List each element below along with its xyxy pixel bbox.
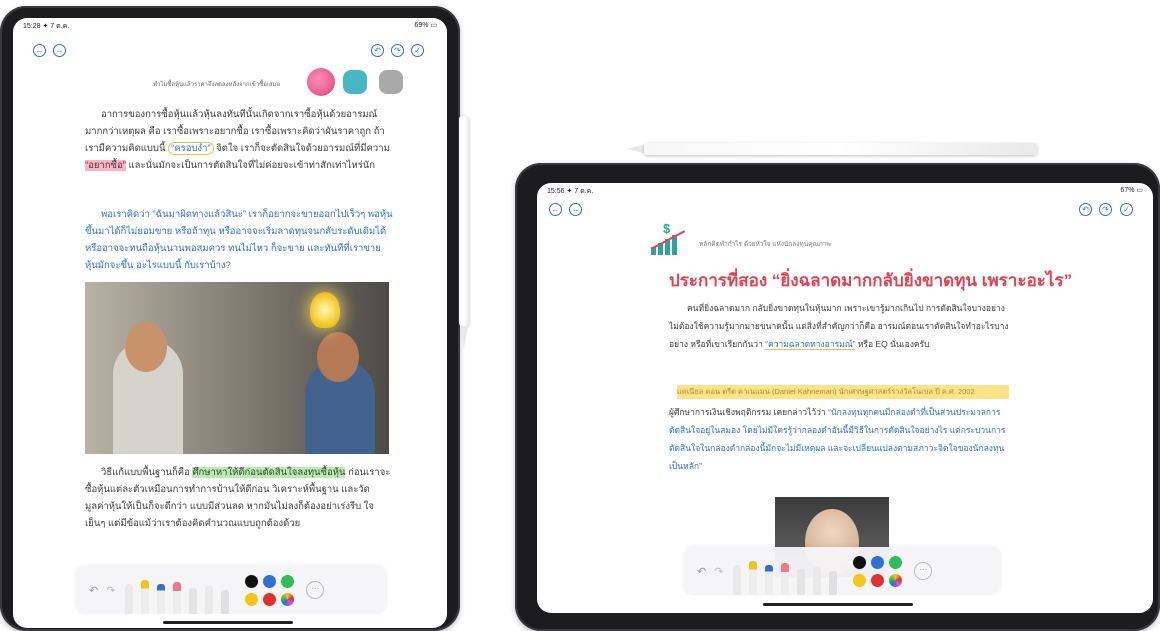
- ipad-landscape-screen: 15:56 ✦ 7 ต.ค. 67% ▭ ← → ↶ ↷ ✓ $ หลักคิด…: [537, 183, 1153, 613]
- ipad-portrait: 15:28 ✦ 7 ต.ค. 69% ▭ ← → ↶ ↷ ✓ ทำไมชื้อห…: [0, 6, 460, 631]
- forward-button[interactable]: →: [53, 44, 66, 57]
- undo-stroke-icon[interactable]: ↶: [697, 565, 706, 578]
- redo-icon: ↷: [1102, 205, 1109, 214]
- pencil-tool[interactable]: [781, 563, 790, 595]
- color-green[interactable]: [281, 574, 295, 588]
- highlighter-tool[interactable]: [141, 580, 150, 614]
- undo-stroke-icon[interactable]: ↶: [89, 584, 98, 597]
- pencil-tool[interactable]: [173, 582, 182, 614]
- section-heading: ประการที่สอง “ยิ่งฉลาดมากกลับยิ่งขาดทุน …: [669, 271, 1073, 290]
- apple-pencil-horizontal: [644, 143, 1037, 155]
- pencil-tip-horizontal: [626, 145, 644, 153]
- pen-tool[interactable]: [125, 584, 134, 614]
- redo-button[interactable]: ↷: [391, 44, 404, 57]
- paragraph-1: คนที่ยิ่งฉลาดมาก กลับยิ่งขาดทุนในหุ้นมาก…: [669, 303, 1009, 350]
- back-arrow-icon: ←: [35, 46, 44, 55]
- pink-highlight: “อยากซื้อ”: [85, 160, 126, 171]
- undo-icon: ↶: [374, 46, 381, 55]
- markup-toolbar: ↶ ↷ ···: [683, 547, 1001, 595]
- pink-speech-icon: [307, 68, 335, 96]
- more-options-button[interactable]: ···: [306, 581, 325, 599]
- apple-pencil-vertical: [459, 116, 469, 326]
- eraser-tool[interactable]: [797, 569, 806, 595]
- undo-icon: ↶: [1082, 205, 1089, 214]
- done-button[interactable]: ✓: [1120, 203, 1133, 216]
- illustration-two-men-lightbulb: [85, 282, 389, 454]
- back-button[interactable]: ←: [33, 44, 46, 57]
- checkmark-icon: ✓: [1123, 205, 1130, 214]
- color-blue[interactable]: [263, 574, 277, 588]
- redo-icon: ↷: [394, 46, 401, 55]
- markup-toolbar: ↶ ↷ ···: [75, 566, 387, 614]
- redo-stroke-icon[interactable]: ↷: [714, 565, 723, 578]
- forward-button[interactable]: →: [569, 203, 582, 216]
- yellow-highlight-line: แดเนียล คอน ตรีต คาเนแมน (Daniel Kahnema…: [677, 385, 1009, 399]
- done-button[interactable]: ✓: [411, 44, 424, 57]
- dollar-symbol: $: [663, 221, 671, 236]
- eraser-tool[interactable]: [189, 588, 198, 614]
- gray-document-icon: [379, 70, 403, 94]
- color-palette: [245, 574, 295, 606]
- color-red[interactable]: [263, 592, 277, 606]
- color-picker[interactable]: [281, 592, 295, 606]
- chart-money-logo-icon: $: [649, 221, 691, 255]
- status-time: 15:56 ✦ 7 ต.ค.: [547, 188, 594, 195]
- color-palette: [853, 555, 903, 587]
- pencil-tip: [460, 326, 468, 348]
- book-subtitle: หลักคิดทำกำไร ด้วยหัวใจ แห่งนักลงทุนคุณภ…: [699, 241, 831, 248]
- redo-stroke-icon[interactable]: ↷: [106, 584, 115, 597]
- color-yellow[interactable]: [853, 573, 867, 587]
- redo-button[interactable]: ↷: [1099, 203, 1112, 216]
- color-green[interactable]: [889, 555, 903, 569]
- undo-button[interactable]: ↶: [371, 44, 384, 57]
- status-bar: 15:28 ✦ 7 ต.ค. 69% ▭: [13, 18, 447, 32]
- color-blue[interactable]: [871, 555, 885, 569]
- checkmark-icon: ✓: [414, 46, 421, 55]
- paragraph-2: พอเราคิดว่า “ฉันมาผิดทางแล้วสินะ” เราก็อ…: [85, 209, 393, 271]
- color-red[interactable]: [871, 573, 885, 587]
- ruler-tool[interactable]: [829, 571, 838, 595]
- home-indicator: [763, 603, 913, 606]
- man-right-head: [317, 332, 359, 382]
- pen-tool[interactable]: [733, 565, 742, 595]
- battery-indicator: 67% ▭: [1120, 187, 1143, 194]
- status-bar: 15:56 ✦ 7 ต.ค. 67% ▭: [537, 183, 1153, 197]
- back-button[interactable]: ←: [549, 203, 562, 216]
- chapter-subtitle: ทำไมชื้อหุ้นแล้วราคาจึงลดลงหลังจากเข้าซื…: [153, 82, 281, 88]
- undo-button[interactable]: ↶: [1079, 203, 1092, 216]
- eq-link: “ความฉลาดทางอารมณ์”: [765, 339, 856, 350]
- teal-shop-icon: [343, 70, 367, 94]
- blue-quote-paragraph: ผู้ศึกษาการเงินเชิงพฤติกรรม เคยกล่าวไว้ว…: [669, 407, 1006, 471]
- paragraph-3: วิธีแก้แบบพื้นฐานก็คือ ศึกษาหาให้ดีก่อนต…: [85, 467, 391, 529]
- forward-arrow-icon: →: [571, 205, 580, 214]
- circled-text: “ครอบงำ”: [168, 142, 214, 155]
- marker-tool[interactable]: [157, 584, 166, 614]
- battery-indicator: 69% ▭: [414, 22, 437, 29]
- color-black[interactable]: [853, 555, 867, 569]
- ipad-landscape: 15:56 ✦ 7 ต.ค. 67% ▭ ← → ↶ ↷ ✓ $ หลักคิด…: [515, 163, 1160, 631]
- highlighter-tool[interactable]: [749, 561, 758, 595]
- paragraph-1: อาการของการซื้อหุ้นแล้วหุ้นลงทันทีนั้นเก…: [85, 109, 390, 171]
- color-picker[interactable]: [889, 573, 903, 587]
- man-left-head: [125, 322, 167, 372]
- lightbulb-icon: [310, 292, 340, 328]
- forward-arrow-icon: →: [55, 46, 64, 55]
- back-arrow-icon: ←: [551, 205, 560, 214]
- color-black[interactable]: [245, 574, 259, 588]
- green-highlight: ศึกษาหาให้ดีก่อนตัดสินใจลงทุนซื้อหุ้น: [192, 467, 346, 478]
- lasso-tool[interactable]: [205, 586, 214, 614]
- status-time: 15:28 ✦ 7 ต.ค.: [23, 23, 70, 30]
- marker-tool[interactable]: [765, 565, 774, 595]
- lasso-tool[interactable]: [813, 567, 822, 595]
- home-indicator: [163, 621, 293, 624]
- color-yellow[interactable]: [245, 592, 259, 606]
- more-options-button[interactable]: ···: [914, 562, 933, 580]
- ruler-tool[interactable]: [221, 590, 230, 614]
- ipad-portrait-screen: 15:28 ✦ 7 ต.ค. 69% ▭ ← → ↶ ↷ ✓ ทำไมชื้อห…: [13, 18, 447, 628]
